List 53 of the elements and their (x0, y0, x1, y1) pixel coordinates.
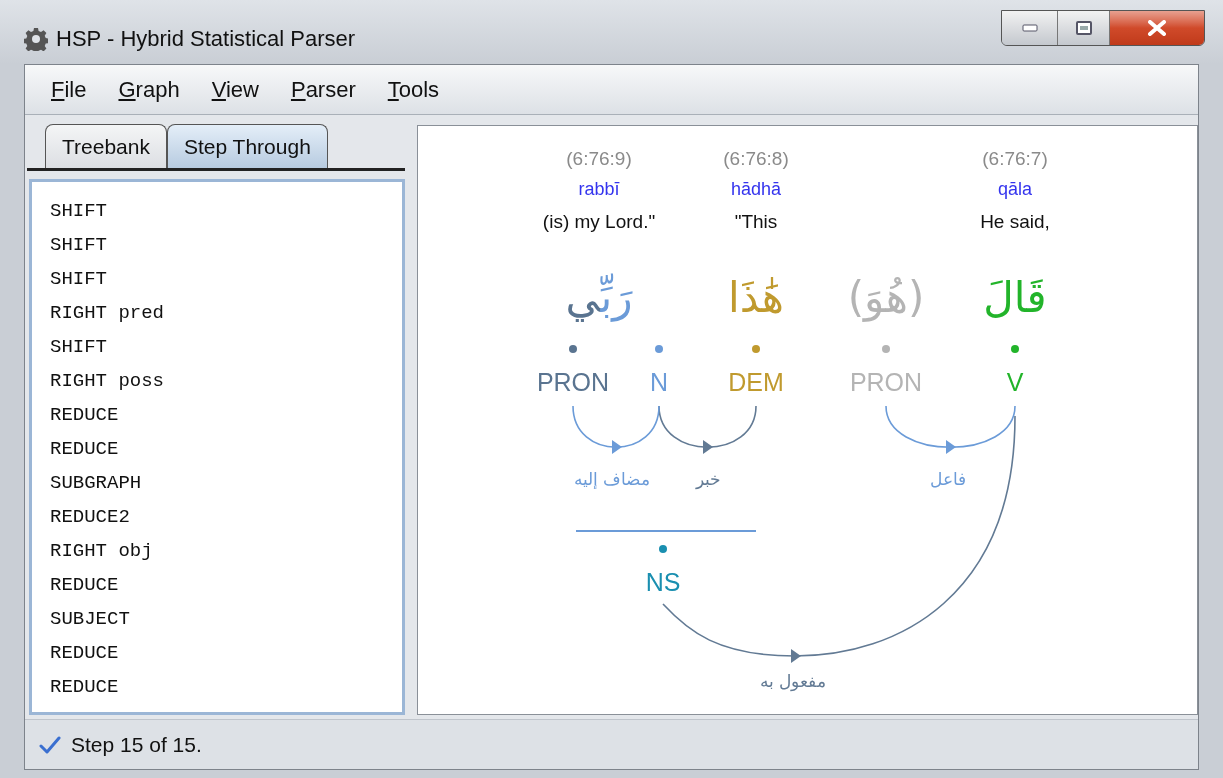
gear-icon (24, 26, 48, 51)
step-item[interactable]: REDUCE (50, 398, 402, 432)
tab[interactable]: Step Through (166, 124, 328, 168)
maximize-icon (1075, 21, 1092, 35)
minimize-button[interactable] (1002, 11, 1058, 45)
step-item[interactable]: REDUCE (50, 432, 402, 466)
word-location: (6:76:8) (723, 148, 789, 168)
close-icon (1147, 20, 1167, 36)
arabic-word: قَالَ (982, 277, 1048, 319)
relation-label: مفعول به (759, 672, 827, 690)
transliteration: qāla (998, 180, 1032, 198)
step-item[interactable]: REDUCE2 (50, 500, 402, 534)
menu-item[interactable]: Tools (387, 73, 440, 106)
phrase-tag: NS (645, 569, 681, 595)
step-item[interactable]: REDUCE (50, 568, 402, 602)
part-of-speech-tag: PRON (849, 369, 923, 395)
part-of-speech-tag: DEM (728, 369, 784, 395)
close-button[interactable] (1110, 11, 1204, 45)
translation: He said, (980, 211, 1050, 231)
menu-item[interactable]: View (211, 73, 259, 106)
step-item[interactable]: SHIFT (50, 330, 402, 364)
menu-item[interactable]: File (51, 73, 87, 106)
translation: (is) my Lord." (542, 211, 656, 231)
step-item[interactable]: RIGHT poss (50, 364, 402, 398)
relation-label: فاعل (930, 470, 966, 488)
minimize-icon (1021, 24, 1038, 32)
transliteration: rabbī (578, 180, 620, 198)
step-item[interactable]: RIGHT pred (50, 296, 402, 330)
word-location: (6:76:9) (566, 148, 632, 168)
step-item[interactable]: SHIFT (50, 262, 402, 296)
part-of-speech-tag: V (1006, 369, 1024, 395)
translation: "This (734, 211, 778, 231)
step-item[interactable]: SUBGRAPH (50, 466, 402, 500)
step-item[interactable]: REDUCE (50, 670, 402, 704)
step-item[interactable]: RIGHT obj (50, 534, 402, 568)
relation-label: مضاف إليه (573, 470, 651, 488)
step-item[interactable]: SHIFT (50, 194, 402, 228)
maximize-button[interactable] (1058, 11, 1110, 45)
relation-label: خبر (695, 470, 721, 488)
part-of-speech-tag: PRON (536, 369, 610, 395)
step-item[interactable]: SHIFT (50, 228, 402, 262)
word-location: (6:76:7) (982, 148, 1048, 168)
transliteration: hādhā (730, 180, 782, 198)
window-title: HSP - Hybrid Statistical Parser (56, 25, 356, 53)
checkmark-icon (39, 735, 61, 754)
menu-item[interactable]: Graph (118, 73, 180, 106)
step-item[interactable]: REDUCE (50, 636, 402, 670)
status-text: Step 15 of 15. (71, 731, 202, 758)
part-of-speech-tag: N (649, 369, 669, 395)
step-item[interactable]: SUBJECT (50, 602, 402, 636)
arabic-word: هَٰذَا (727, 277, 785, 319)
tab[interactable]: Treebank (45, 124, 167, 168)
menu-item[interactable]: Parser (290, 73, 356, 106)
